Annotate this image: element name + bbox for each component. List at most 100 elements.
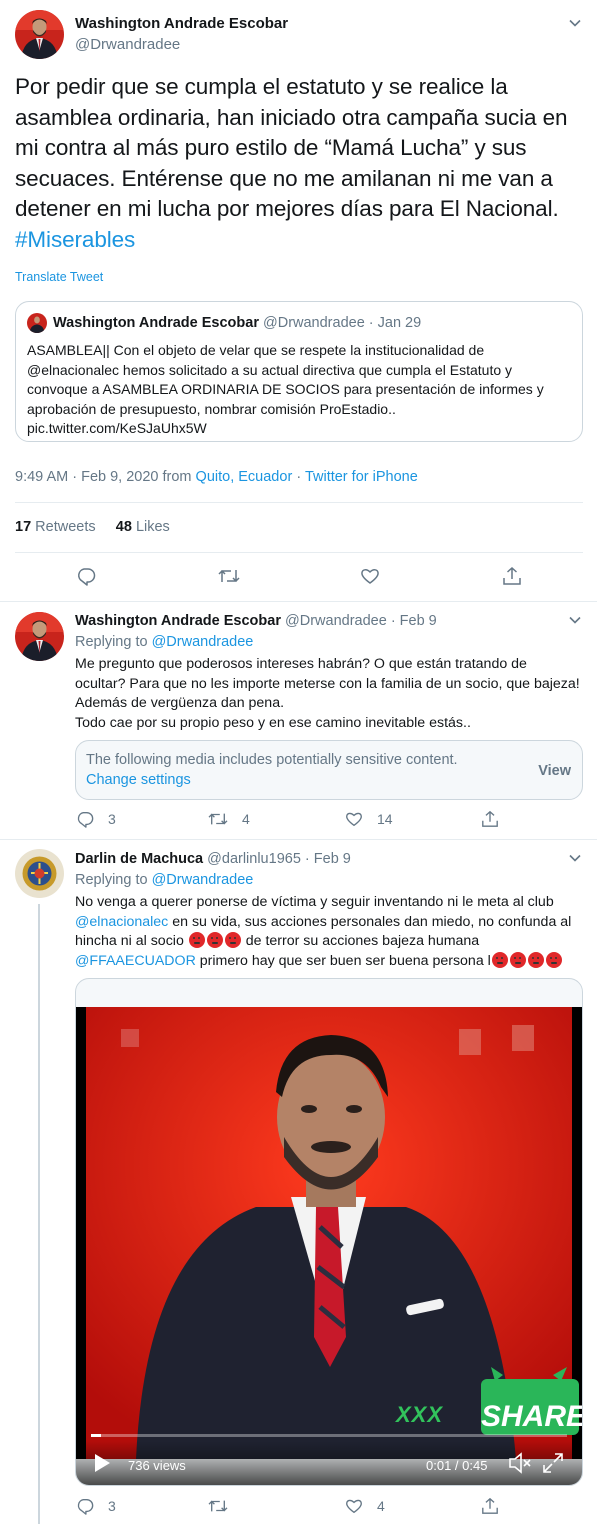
retweet-button[interactable]: 4 xyxy=(208,810,250,828)
sensitive-media-notice: The following media includes potentially… xyxy=(75,740,583,800)
reply-author-avatar[interactable] xyxy=(15,612,64,661)
share-icon xyxy=(482,810,498,827)
chevron-down-icon[interactable] xyxy=(568,613,582,627)
author-name[interactable]: Washington Andrade Escobar xyxy=(75,15,288,32)
replying-to-handle[interactable]: @Drwandradee xyxy=(152,872,254,888)
share-icon xyxy=(482,1497,498,1514)
like-icon xyxy=(346,812,362,827)
reply-button[interactable] xyxy=(76,566,96,586)
like-button[interactable] xyxy=(360,566,380,586)
hashtag-link[interactable]: #Miserables xyxy=(15,227,135,252)
quoted-text: ASAMBLEA|| Con el objeto de velar que se… xyxy=(27,341,572,439)
angry-emoji-icon xyxy=(527,951,544,968)
replying-to: Replying to @Drwandradee xyxy=(75,634,253,650)
location-link[interactable]: Quito, Ecuador xyxy=(196,469,293,485)
quoted-author-avatar xyxy=(27,313,47,333)
chevron-down-icon[interactable] xyxy=(568,851,582,865)
reply-body-d: primero hay que ser buen ser buena perso… xyxy=(199,952,491,969)
view-button[interactable]: View xyxy=(538,763,571,779)
like-icon xyxy=(346,1499,362,1514)
quoted-pic-link: pic.twitter.com/KeSJaUhx5W xyxy=(27,420,207,436)
play-icon[interactable] xyxy=(92,1453,112,1478)
reply-button[interactable]: 3 xyxy=(76,1497,116,1515)
reply-body-c: de terror su acciones bajeza humana xyxy=(245,933,480,949)
like-button[interactable]: 14 xyxy=(345,810,393,828)
like-icon xyxy=(361,569,379,584)
reply-meta[interactable]: @Drwandradee · Feb 9 xyxy=(285,613,437,629)
reply-author-name[interactable]: Darlin de Machuca xyxy=(75,851,203,867)
video-time: 0:01 / 0:45 xyxy=(426,1458,488,1473)
video-overlay-text: XXX xyxy=(396,1402,444,1427)
angry-emoji-icon xyxy=(545,951,562,968)
retweet-button[interactable] xyxy=(208,1497,228,1515)
volume-icon[interactable] xyxy=(508,1452,532,1479)
reply-text: No venga a querer ponerse de víctima y s… xyxy=(75,893,585,971)
share-button[interactable] xyxy=(481,1497,499,1515)
author-handle[interactable]: @Drwandradee xyxy=(75,36,180,53)
retweet-icon xyxy=(208,813,228,825)
like-button[interactable]: 4 xyxy=(345,1497,385,1515)
replying-to-handle[interactable]: @Drwandradee xyxy=(152,634,254,650)
share-button[interactable] xyxy=(502,566,522,586)
tweet-body: Por pedir que se cumpla el estatuto y se… xyxy=(15,74,568,221)
tweet-timestamp: 9:49 AM · Feb 9, 2020 from Quito, Ecuado… xyxy=(15,469,418,485)
video-views: 736 views xyxy=(128,1458,186,1473)
thread-line xyxy=(38,904,40,1524)
replying-to: Replying to @Drwandradee xyxy=(75,872,253,888)
reply-header: Washington Andrade Escobar @Drwandradee … xyxy=(75,613,437,629)
translate-tweet-link[interactable]: Translate Tweet xyxy=(15,270,103,284)
like-count: 14 xyxy=(377,811,393,827)
reply-author-avatar[interactable] xyxy=(15,849,64,898)
time-text[interactable]: 9:49 AM · Feb 9, 2020 from xyxy=(15,469,192,485)
video-progress-bar[interactable] xyxy=(91,1434,567,1437)
sensitive-text: The following media includes potentially… xyxy=(86,752,458,768)
angry-emoji-icon xyxy=(224,932,241,948)
likes-stat[interactable]: 48 Likes xyxy=(116,519,170,535)
video-frame[interactable]: XXX SHARE xyxy=(76,1007,582,1459)
quoted-author-name: Washington Andrade Escobar xyxy=(53,315,259,331)
retweet-count: 4 xyxy=(242,811,250,827)
retweet-icon xyxy=(218,569,240,583)
client-link[interactable]: Twitter for iPhone xyxy=(305,469,418,485)
reply-count: 3 xyxy=(108,1498,116,1514)
chevron-down-icon[interactable] xyxy=(568,16,582,30)
reply-author-name[interactable]: Washington Andrade Escobar xyxy=(75,613,281,629)
divider xyxy=(15,502,583,503)
video-progress-fill xyxy=(91,1434,102,1437)
reply-count: 3 xyxy=(108,811,116,827)
reply-body: Me pregunto que poderosos intereses habr… xyxy=(75,656,580,711)
fullscreen-icon[interactable] xyxy=(542,1452,564,1479)
reply-body-a: No venga a querer ponerse de víctima y s… xyxy=(75,894,554,910)
like-count: 4 xyxy=(377,1498,385,1514)
divider xyxy=(15,552,583,553)
change-settings-link[interactable]: Change settings xyxy=(86,772,191,788)
reply-meta[interactable]: @darlinlu1965 · Feb 9 xyxy=(207,851,351,867)
quoted-meta: @Drwandradee · Jan 29 xyxy=(263,315,422,331)
reply-icon xyxy=(78,568,96,586)
divider xyxy=(0,839,597,840)
mention-link[interactable]: @FFAAECUADOR xyxy=(75,953,196,969)
mention-link[interactable]: @elnacionalec xyxy=(75,914,168,930)
retweet-button[interactable] xyxy=(218,566,240,586)
replying-to-label: Replying to xyxy=(75,872,148,888)
tweet-text: Por pedir que se cumpla el estatuto y se… xyxy=(15,72,585,255)
reply-icon xyxy=(77,812,94,828)
angry-emoji-icon xyxy=(188,932,205,948)
reply-icon xyxy=(77,1499,94,1515)
replying-to-label: Replying to xyxy=(75,634,148,650)
retweet-icon xyxy=(208,1500,228,1512)
share-icon xyxy=(503,566,521,585)
reply-body-line2: Todo cae por su propio peso y en ese cam… xyxy=(75,714,471,731)
reply-button[interactable]: 3 xyxy=(76,810,116,828)
reply-text: Me pregunto que poderosos intereses habr… xyxy=(75,655,580,733)
tweet-stats: 17 Retweets 48 Likes xyxy=(15,519,170,535)
angry-emoji-icon xyxy=(509,951,526,968)
retweets-stat[interactable]: 17 Retweets xyxy=(15,519,96,535)
quoted-tweet[interactable]: Washington Andrade Escobar @Drwandradee … xyxy=(15,301,583,442)
separator: · xyxy=(296,469,302,485)
divider xyxy=(0,601,597,602)
reply-header: Darlin de Machuca @darlinlu1965 · Feb 9 xyxy=(75,851,351,867)
author-avatar[interactable] xyxy=(15,10,64,59)
video-player[interactable]: XXX SHARE 736 views 0:01 / 0:45 xyxy=(75,978,583,1486)
share-button[interactable] xyxy=(481,810,499,828)
